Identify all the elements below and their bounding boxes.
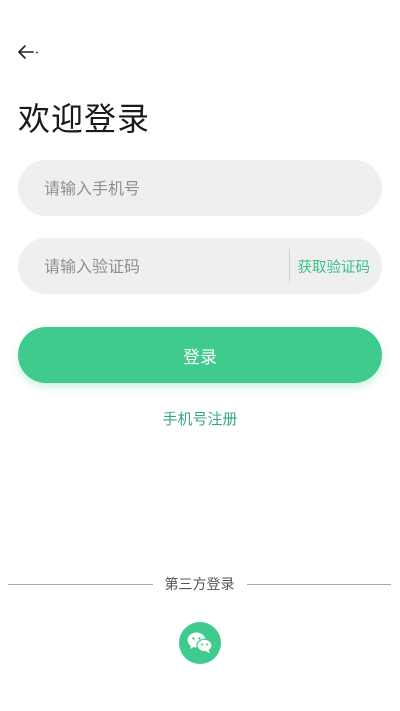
- phone-input[interactable]: [18, 160, 382, 216]
- back-button[interactable]: [12, 38, 44, 66]
- get-code-button[interactable]: 获取验证码: [298, 256, 383, 277]
- code-field[interactable]: 获取验证码: [18, 238, 382, 294]
- third-party-label: 第三方登录: [164, 577, 235, 593]
- field-divider: [288, 249, 290, 283]
- wechat-icon: [187, 632, 213, 654]
- page-title: 欢迎登录: [18, 100, 151, 138]
- login-page: 欢迎登录 获取验证码 登录 手机号注册 第三方登录: [0, 0, 400, 711]
- wechat-login-button[interactable]: [179, 622, 221, 664]
- login-button[interactable]: 登录: [18, 327, 382, 383]
- divider-line-left: [8, 583, 153, 585]
- third-party-divider: 第三方登录: [8, 574, 391, 594]
- arrow-left-icon: [18, 45, 38, 59]
- register-link[interactable]: 手机号注册: [0, 408, 400, 429]
- code-input[interactable]: [18, 238, 289, 294]
- phone-field[interactable]: [18, 160, 382, 216]
- divider-line-right: [246, 583, 391, 585]
